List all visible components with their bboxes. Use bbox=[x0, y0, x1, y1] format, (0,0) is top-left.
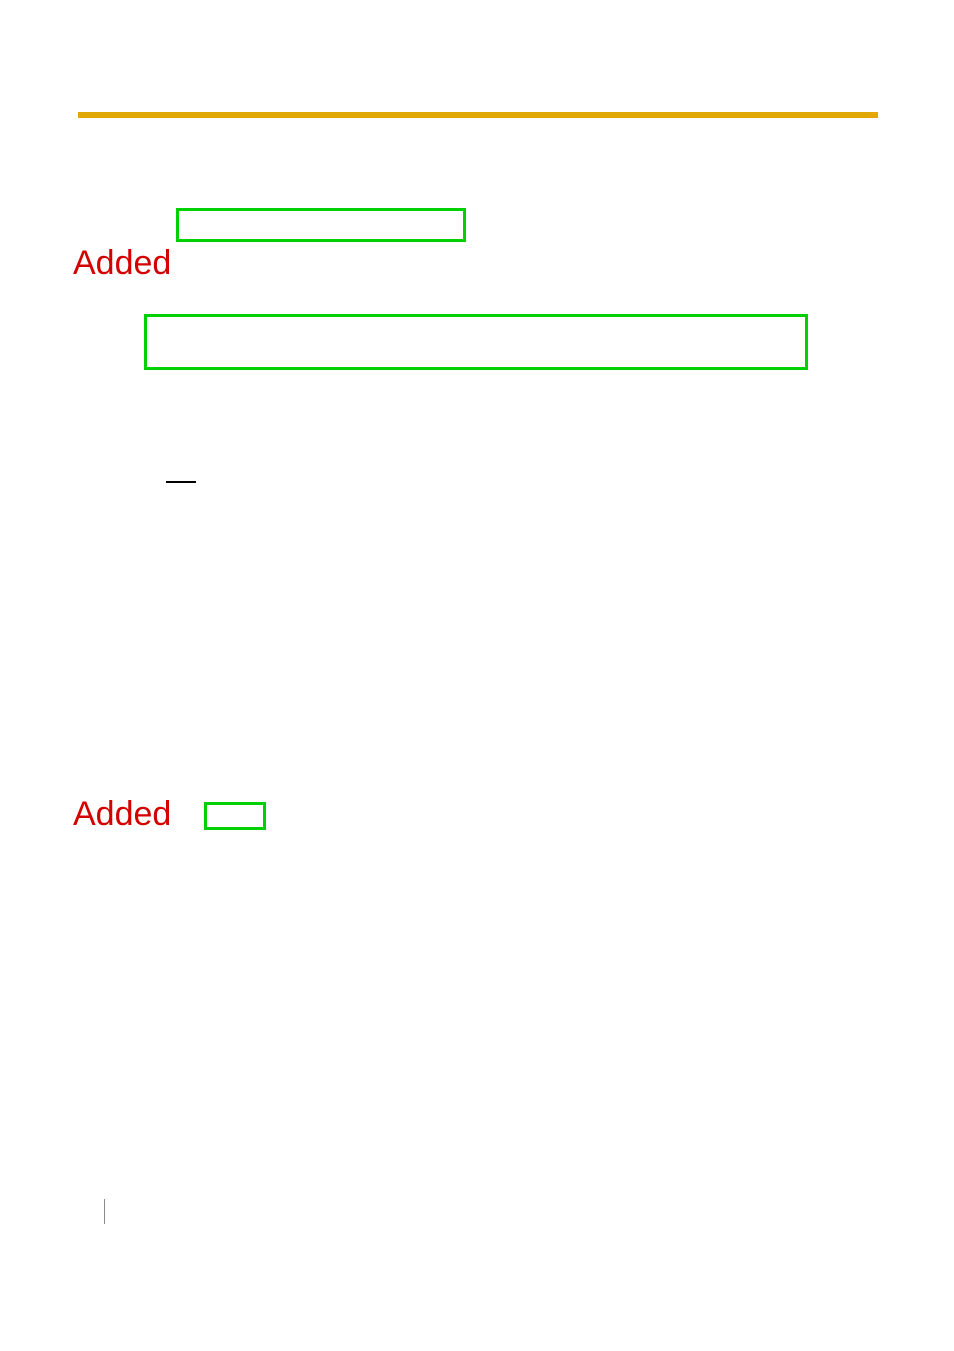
added-label-2: Added bbox=[73, 795, 171, 834]
highlight-box-1 bbox=[176, 208, 466, 242]
short-rule bbox=[166, 481, 196, 483]
page: Added Added bbox=[0, 0, 954, 1351]
highlight-box-3 bbox=[204, 802, 266, 830]
caret-line bbox=[104, 1199, 105, 1224]
added-label-1: Added bbox=[73, 244, 171, 283]
highlight-box-2 bbox=[144, 314, 808, 370]
horizontal-rule-gold bbox=[78, 112, 878, 118]
